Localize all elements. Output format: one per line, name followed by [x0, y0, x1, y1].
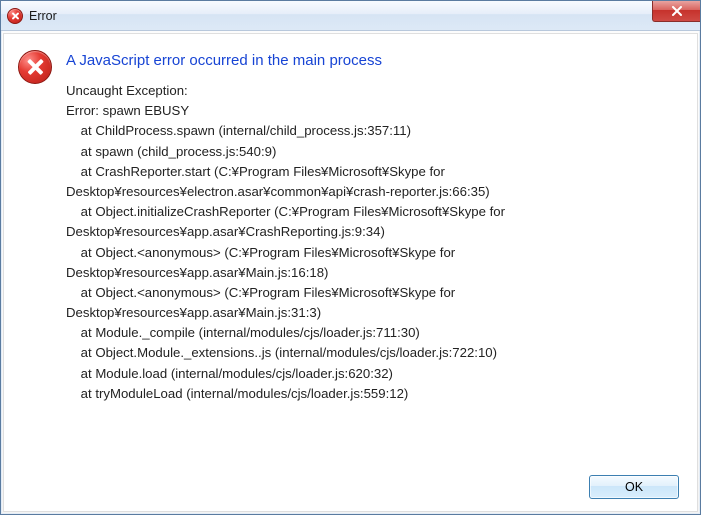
dialog-headline: A JavaScript error occurred in the main …: [66, 52, 679, 69]
close-icon: [671, 6, 683, 16]
dialog-content: A JavaScript error occurred in the main …: [18, 48, 679, 465]
error-dialog-window: Error A JavaScript error occurred in the…: [0, 0, 701, 515]
close-button[interactable]: [652, 1, 700, 22]
error-icon: [7, 8, 23, 24]
titlebar: Error: [1, 1, 700, 31]
dialog-body-text: Uncaught Exception: Error: spawn EBUSY a…: [66, 81, 679, 404]
window-title: Error: [29, 9, 57, 23]
ok-button[interactable]: OK: [589, 475, 679, 499]
message-column: A JavaScript error occurred in the main …: [66, 48, 679, 465]
button-row: OK: [18, 465, 679, 499]
dialog-client-area: A JavaScript error occurred in the main …: [3, 33, 698, 512]
error-icon: [18, 50, 52, 84]
